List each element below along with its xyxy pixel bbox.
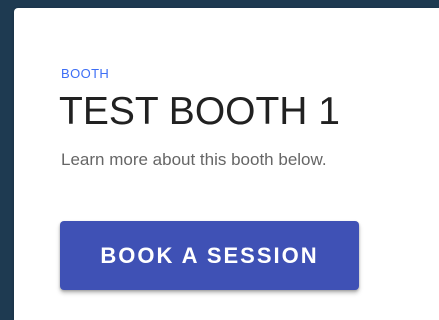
booth-title: TEST BOOTH 1	[59, 90, 340, 133]
book-session-button[interactable]: BOOK A SESSION	[60, 221, 359, 290]
booth-subtitle: Learn more about this booth below.	[61, 150, 327, 169]
booth-card: BOOTH TEST BOOTH 1 Learn more about this…	[14, 8, 439, 320]
booth-eyebrow-label: BOOTH	[61, 66, 110, 81]
